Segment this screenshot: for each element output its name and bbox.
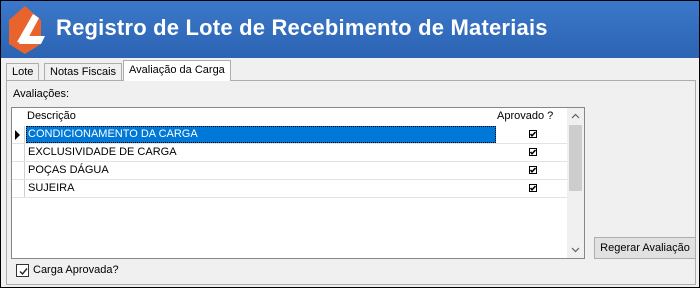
table-row[interactable]: EXCLUSIVIDADE DE CARGA [12,144,568,162]
checkmark-icon [19,268,28,276]
approved-checkbox[interactable] [529,184,537,192]
row-indicator [12,144,25,161]
table-row[interactable]: SUJEIRA [12,180,568,198]
regenerate-evaluation-button[interactable]: Regerar Avaliação [594,237,696,259]
scroll-up-button[interactable] [567,108,584,125]
approved-cell[interactable] [502,144,562,161]
evaluations-label: Avaliações: [13,88,70,100]
row-description[interactable]: EXCLUSIVIDADE DE CARGA [26,144,496,161]
row-description[interactable]: SUJEIRA [26,180,496,197]
row-indicator [12,180,25,197]
tab-lote[interactable]: Lote [6,63,40,80]
chevron-down-icon [571,247,580,253]
window-title: Registro de Lote de Recebimento de Mater… [56,15,548,40]
row-pointer-icon [15,130,20,140]
tab-notas-fiscais[interactable]: Notas Fiscais [44,63,123,80]
row-description[interactable]: POÇAS DÁGUA [26,162,496,179]
column-header-description[interactable]: Descrição [27,110,76,122]
tab-avaliacao-da-carga[interactable]: Avaliação da Carga [123,60,231,81]
approved-checkbox[interactable] [529,166,537,174]
approved-checkbox[interactable] [529,130,537,138]
approved-checkbox[interactable] [529,148,537,156]
grid-header: Descrição Aprovado ? [12,108,568,125]
row-description[interactable]: CONDICIONAMENTO DA CARGA [26,126,496,143]
scrollbar-thumb[interactable] [569,125,582,191]
vertical-scrollbar[interactable] [567,108,584,258]
row-indicator [12,126,25,143]
table-row[interactable]: POÇAS DÁGUA [12,162,568,180]
title-banner: Registro de Lote de Recebimento de Mater… [1,1,699,58]
cargo-approved-label: Carga Aprovada? [33,264,119,276]
approved-cell[interactable] [502,126,562,143]
evaluations-grid[interactable]: Descrição Aprovado ? CONDICIONAMENTO DA … [11,107,585,259]
app-logo-icon [9,6,45,54]
approved-cell[interactable] [502,162,562,179]
column-header-approved[interactable]: Aprovado ? [497,110,553,122]
app-window: Registro de Lote de Recebimento de Mater… [0,0,700,288]
chevron-up-icon [571,113,580,119]
approved-cell[interactable] [502,180,562,197]
table-row[interactable]: CONDICIONAMENTO DA CARGA [12,126,568,144]
scroll-down-button[interactable] [567,241,584,258]
row-indicator [12,162,25,179]
checkbox-box[interactable] [16,264,29,277]
